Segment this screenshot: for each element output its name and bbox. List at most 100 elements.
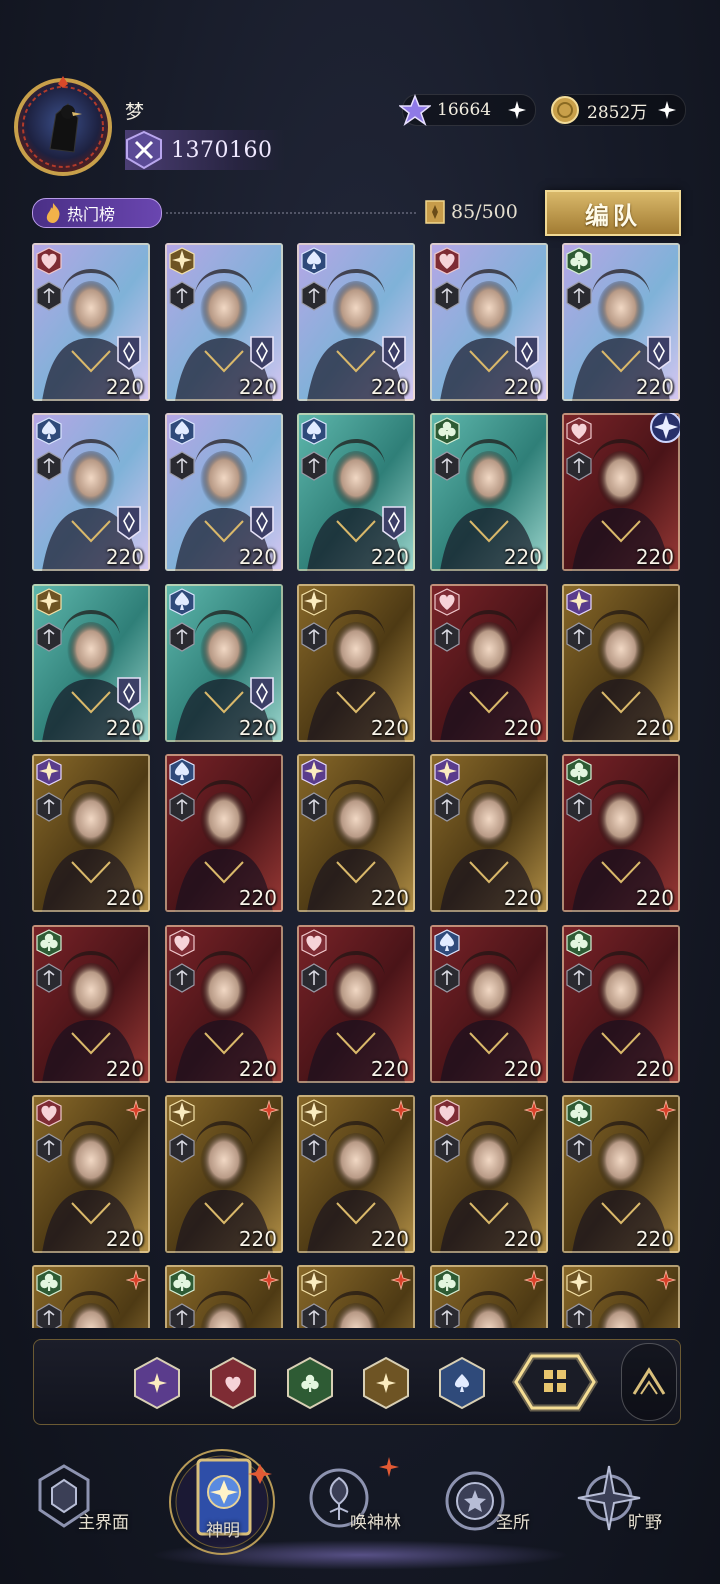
nav-label-main: 主界面 xyxy=(78,1513,129,1533)
god-card[interactable] xyxy=(297,1265,415,1328)
god-card[interactable]: 220 xyxy=(430,413,548,571)
special-orb-icon xyxy=(650,413,680,443)
power-display: 1370160 xyxy=(125,130,285,170)
class-icon xyxy=(566,281,592,311)
god-card[interactable]: 220 xyxy=(165,754,283,912)
god-card[interactable]: 220 xyxy=(32,1095,150,1253)
suit-icon xyxy=(566,1269,592,1297)
card-level: 220 xyxy=(370,1227,409,1251)
suit-icon xyxy=(169,1099,195,1127)
filter-star-purple-button[interactable] xyxy=(132,1356,182,1410)
chevron-up-icon xyxy=(632,1367,666,1395)
gem-currency[interactable]: 16664 xyxy=(399,94,536,126)
card-level: 220 xyxy=(238,1227,277,1251)
card-stack-icon xyxy=(425,200,445,224)
class-icon xyxy=(169,792,195,822)
god-card[interactable]: 220 xyxy=(562,1095,680,1253)
god-card[interactable]: 220 xyxy=(430,584,548,742)
card-level: 220 xyxy=(503,886,542,910)
nav-summon-forest[interactable]: 唤神林 xyxy=(300,1440,430,1584)
nav-wilderness[interactable]: 旷野 xyxy=(570,1440,700,1584)
coin-value: 2852万 xyxy=(587,102,648,123)
god-card-grid: 220 220 220 220 220 220 220 220 220 220 … xyxy=(32,243,682,1328)
suit-icon xyxy=(566,247,592,275)
nav-gods[interactable]: 神明 xyxy=(160,1440,280,1584)
filter-club-button[interactable] xyxy=(285,1356,335,1410)
god-card[interactable]: 220 xyxy=(562,243,680,401)
card-level: 220 xyxy=(238,375,277,399)
god-card[interactable]: 220 xyxy=(165,1095,283,1253)
class-icon xyxy=(36,622,62,652)
god-card[interactable]: 220 xyxy=(32,413,150,571)
god-card[interactable]: 220 xyxy=(430,1095,548,1253)
class-icon xyxy=(301,451,327,481)
god-card[interactable]: 220 xyxy=(297,925,415,1083)
class-icon xyxy=(301,1303,327,1328)
class-icon xyxy=(566,451,592,481)
coin-currency[interactable]: 2852万 xyxy=(551,94,686,126)
red-star-icon xyxy=(524,1100,544,1120)
god-card[interactable]: 220 xyxy=(562,925,680,1083)
add-coins-icon[interactable] xyxy=(657,100,677,120)
nav-sanctuary[interactable]: 圣所 xyxy=(438,1440,558,1584)
god-card[interactable]: 220 xyxy=(32,925,150,1083)
god-card[interactable]: 220 xyxy=(165,925,283,1083)
god-card[interactable]: 220 xyxy=(165,413,283,571)
god-card[interactable] xyxy=(562,1265,680,1328)
add-gems-icon[interactable] xyxy=(507,100,527,120)
class-icon xyxy=(169,622,195,652)
god-card[interactable]: 220 xyxy=(562,754,680,912)
class-icon xyxy=(36,281,62,311)
card-level: 220 xyxy=(238,716,277,740)
collapse-filter-button[interactable] xyxy=(621,1343,677,1421)
god-card[interactable] xyxy=(165,1265,283,1328)
team-formation-button[interactable]: 编队 xyxy=(545,190,681,236)
god-card[interactable]: 220 xyxy=(32,584,150,742)
god-card[interactable]: 220 xyxy=(297,1095,415,1253)
god-card[interactable] xyxy=(430,1265,548,1328)
filter-heart-button[interactable] xyxy=(208,1356,258,1410)
suit-icon xyxy=(301,929,327,957)
player-avatar[interactable] xyxy=(10,74,116,180)
nav-main[interactable]: 主界面 xyxy=(20,1440,150,1584)
suit-icon xyxy=(169,247,195,275)
class-icon xyxy=(36,963,62,993)
suit-icon xyxy=(169,1269,195,1297)
hot-ranking-button[interactable]: 热门榜 xyxy=(32,198,162,228)
god-card[interactable]: 220 xyxy=(430,754,548,912)
god-card[interactable]: 220 xyxy=(562,413,680,571)
god-card[interactable]: 220 xyxy=(32,754,150,912)
team-formation-label: 编队 xyxy=(585,200,641,230)
class-icon xyxy=(566,1133,592,1163)
filter-star-gold-button[interactable] xyxy=(361,1356,411,1410)
class-icon xyxy=(301,1133,327,1163)
god-card[interactable]: 220 xyxy=(297,754,415,912)
suit-icon xyxy=(169,588,195,616)
god-card[interactable] xyxy=(32,1265,150,1328)
filter-spade-button[interactable] xyxy=(437,1356,487,1410)
suit-icon xyxy=(301,1099,327,1127)
club-filter-icon xyxy=(287,1356,333,1410)
card-level: 220 xyxy=(105,1227,144,1251)
suit-icon xyxy=(566,417,592,445)
god-card[interactable]: 220 xyxy=(297,584,415,742)
god-card[interactable]: 220 xyxy=(562,584,680,742)
god-card[interactable]: 220 xyxy=(32,243,150,401)
god-card[interactable]: 220 xyxy=(165,584,283,742)
rank-badge-icon xyxy=(250,506,274,540)
red-star-icon xyxy=(656,1100,676,1120)
filter-all-button[interactable] xyxy=(511,1352,599,1412)
class-icon xyxy=(434,792,460,822)
red-star-icon xyxy=(391,1100,411,1120)
god-card[interactable]: 220 xyxy=(165,243,283,401)
god-card[interactable]: 220 xyxy=(430,925,548,1083)
suit-icon xyxy=(434,588,460,616)
class-icon xyxy=(169,1133,195,1163)
player-name: 梦 xyxy=(125,101,145,123)
god-card[interactable]: 220 xyxy=(430,243,548,401)
god-card[interactable]: 220 xyxy=(297,413,415,571)
card-level: 220 xyxy=(370,716,409,740)
suit-icon xyxy=(36,417,62,445)
class-icon xyxy=(434,451,460,481)
god-card[interactable]: 220 xyxy=(297,243,415,401)
